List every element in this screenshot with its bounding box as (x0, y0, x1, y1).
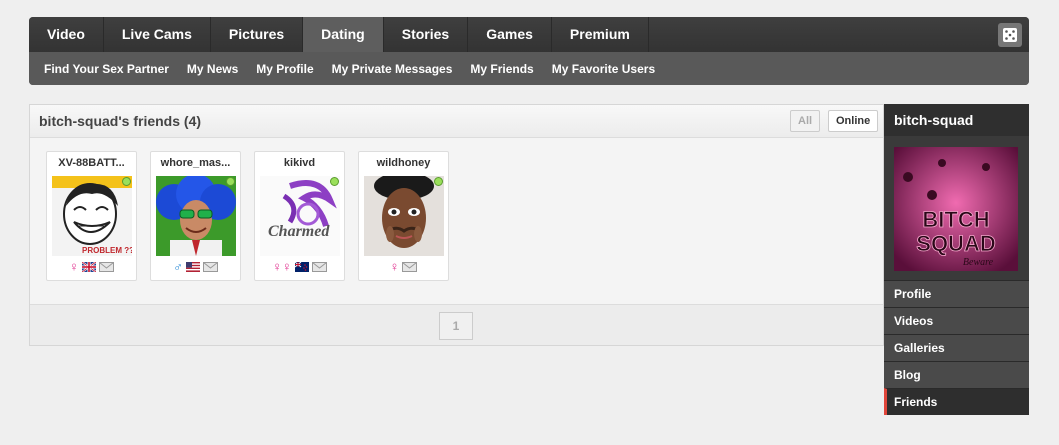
avatar-caption: Charmed (268, 223, 330, 240)
friend-avatar[interactable] (364, 176, 444, 256)
friend-icons: ♀♀ (255, 260, 344, 274)
nz-flag-icon (294, 262, 309, 272)
friend-avatar[interactable] (156, 176, 236, 256)
dice-icon[interactable] (998, 23, 1022, 47)
sidebar-item-videos[interactable]: Videos (884, 307, 1029, 334)
friend-icons: ♂ (151, 260, 240, 274)
nav-tabs: Video Live Cams Pictures Dating Stories … (29, 17, 1029, 52)
online-indicator-icon (122, 177, 131, 186)
subnav-my-messages[interactable]: My Private Messages (323, 62, 462, 76)
nav-subnav: Find Your Sex Partner My News My Profile… (29, 52, 1029, 85)
avatar-text-line2: SQUAD (916, 231, 995, 256)
filter-online-button[interactable]: Online (828, 110, 879, 132)
friend-icons: ♀ (47, 260, 136, 274)
sidebar-item-galleries[interactable]: Galleries (884, 334, 1029, 361)
friend-name[interactable]: wildhoney (359, 157, 448, 169)
friend-card[interactable]: kikivd Charmed ♀♀ (254, 151, 345, 281)
online-indicator-icon (330, 177, 339, 186)
friend-card[interactable]: wildhoney ♀ (358, 151, 449, 281)
avatar-text-line3: Beware (963, 257, 994, 268)
tab-games[interactable]: Games (468, 17, 552, 52)
subnav-my-news[interactable]: My News (178, 62, 247, 76)
mail-icon[interactable] (402, 262, 418, 272)
friend-name[interactable]: kikivd (255, 157, 344, 169)
friend-avatar[interactable]: Charmed (260, 176, 340, 256)
tab-dating[interactable]: Dating (303, 17, 384, 52)
mail-icon[interactable] (202, 262, 218, 272)
us-flag-icon (185, 262, 200, 272)
sidebar-item-profile[interactable]: Profile (884, 280, 1029, 307)
tab-stories[interactable]: Stories (384, 17, 469, 52)
subnav-my-favorites[interactable]: My Favorite Users (543, 62, 664, 76)
female-icon: ♀ (69, 259, 79, 274)
friend-avatar[interactable]: PROBLEM ?? (52, 176, 132, 256)
friend-icons: ♀ (359, 260, 448, 274)
female-icon: ♀ (389, 259, 400, 274)
subnav-find-partner[interactable]: Find Your Sex Partner (35, 62, 178, 76)
friend-name[interactable]: whore_mas... (151, 157, 240, 169)
couple-icon: ♀♀ (272, 259, 292, 274)
avatar-caption: PROBLEM ?? (82, 246, 132, 255)
subnav-my-friends[interactable]: My Friends (461, 62, 542, 76)
online-indicator-icon (434, 177, 443, 186)
mail-icon[interactable] (311, 262, 327, 272)
subnav-my-profile[interactable]: My Profile (247, 62, 322, 76)
avatar-text-line1: BITCH (922, 207, 989, 232)
sidebar-menu: Profile Videos Galleries Blog Friends (884, 280, 1029, 415)
friends-panel: bitch-squad's friends (4) All Online XV-… (29, 104, 884, 346)
tab-live-cams[interactable]: Live Cams (104, 17, 211, 52)
tab-pictures[interactable]: Pictures (211, 17, 304, 52)
panel-title: bitch-squad's friends (4) (39, 113, 202, 129)
profile-avatar[interactable]: BITCH SQUAD Beware (894, 147, 1018, 271)
page-button[interactable]: 1 (439, 312, 473, 340)
male-icon: ♂ (173, 259, 183, 274)
uk-flag-icon (81, 262, 96, 272)
panel-header: bitch-squad's friends (4) All Online (30, 105, 883, 138)
online-indicator-icon (226, 177, 235, 186)
friend-card[interactable]: XV-88BATT... PROBLEM ?? ♀ (46, 151, 137, 281)
sidebar-item-blog[interactable]: Blog (884, 361, 1029, 388)
sidebar-username[interactable]: bitch-squad (884, 104, 1029, 136)
mail-icon[interactable] (98, 262, 114, 272)
sidebar-item-friends[interactable]: Friends (884, 388, 1029, 415)
friend-card[interactable]: whore_mas... ♂ (150, 151, 241, 281)
filter-all-button[interactable]: All (790, 110, 821, 132)
profile-sidebar: bitch-squad BITCH SQUAD Beware Profile V… (884, 104, 1029, 415)
tab-video[interactable]: Video (29, 17, 104, 52)
friend-name[interactable]: XV-88BATT... (47, 157, 136, 169)
pagination-bar: 1 (30, 304, 883, 345)
tab-premium[interactable]: Premium (552, 17, 649, 52)
main-nav: Video Live Cams Pictures Dating Stories … (29, 17, 1029, 85)
